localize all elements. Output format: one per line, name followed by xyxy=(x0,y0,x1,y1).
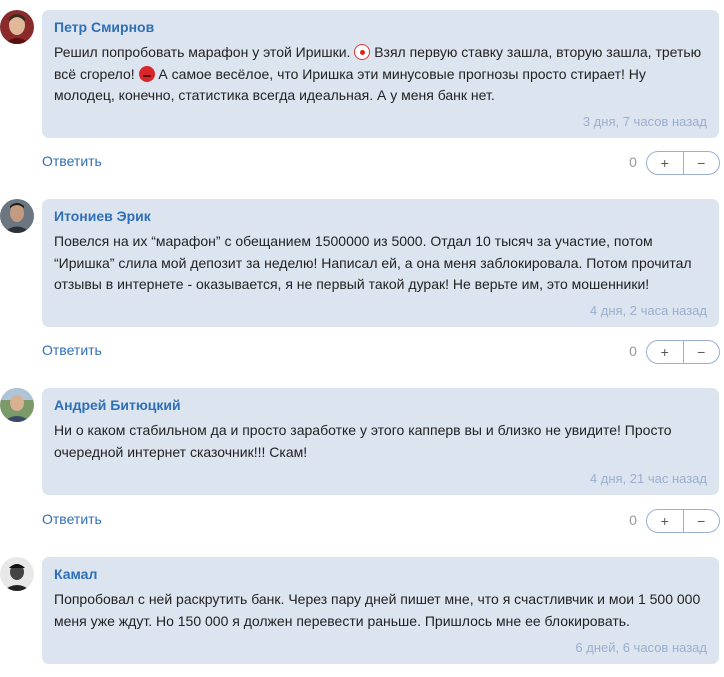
comment: Андрей Битюцкий Ни о каком стабильном да… xyxy=(0,388,724,538)
downvote-button[interactable]: − xyxy=(682,510,720,532)
angry-face-icon xyxy=(138,65,155,82)
avatar[interactable] xyxy=(0,10,34,44)
comment: Камал Попробовал с ней раскрутить банк. … xyxy=(0,557,724,677)
vote-buttons: + − xyxy=(646,340,720,364)
vote-buttons: + − xyxy=(646,509,720,533)
comment-text: Попробовал с ней раскрутить банк. Через … xyxy=(54,591,701,629)
comment-timestamp: 4 дня, 2 часа назад xyxy=(589,303,707,318)
comment-timestamp: 3 дня, 7 часов назад xyxy=(582,114,707,129)
vote-count: 0 xyxy=(629,154,637,170)
upvote-button[interactable]: + xyxy=(647,510,683,532)
comment-bubble: Андрей Битюцкий Ни о каком стабильном да… xyxy=(42,388,719,495)
avatar[interactable] xyxy=(0,388,34,422)
comment-author[interactable]: Камал xyxy=(54,565,707,583)
clown-face-icon xyxy=(354,44,371,60)
reply-button[interactable]: Ответить xyxy=(42,342,102,358)
comment-text: Повелся на их “марафон” с обещанием 1500… xyxy=(54,233,692,292)
comment-bubble: Итониев Эрик Повелся на их “марафон” с о… xyxy=(42,199,719,327)
vote-buttons: + − xyxy=(646,151,720,175)
upvote-button[interactable]: + xyxy=(647,341,683,363)
avatar[interactable] xyxy=(0,199,34,233)
comment: Петр Смирнов Решил попробовать марафон у… xyxy=(0,0,724,180)
comment-author[interactable]: Петр Смирнов xyxy=(54,18,707,36)
vote-count: 0 xyxy=(629,512,637,528)
avatar[interactable] xyxy=(0,557,34,591)
downvote-button[interactable]: − xyxy=(682,341,720,363)
comment-text: Ни о каком стабильном да и просто зарабо… xyxy=(54,422,672,460)
upvote-button[interactable]: + xyxy=(647,152,683,174)
comment-author[interactable]: Андрей Битюцкий xyxy=(54,396,707,414)
comment-text-part: Решил попробовать марафон у этой Иришки. xyxy=(54,44,355,60)
reply-button[interactable]: Ответить xyxy=(42,511,102,527)
vote-count: 0 xyxy=(629,343,637,359)
comment-timestamp: 6 дней, 6 часов назад xyxy=(575,640,707,655)
comment-timestamp: 4 дня, 21 час назад xyxy=(589,471,707,486)
comment-bubble: Петр Смирнов Решил попробовать марафон у… xyxy=(42,10,719,138)
comment-bubble: Камал Попробовал с ней раскрутить банк. … xyxy=(42,557,719,664)
reply-button[interactable]: Ответить xyxy=(42,153,102,169)
comment-text: Решил попробовать марафон у этой Иришки.… xyxy=(54,42,707,107)
comment-author[interactable]: Итониев Эрик xyxy=(54,207,707,225)
downvote-button[interactable]: − xyxy=(682,152,720,174)
comment: Итониев Эрик Повелся на их “марафон” с о… xyxy=(0,199,724,369)
